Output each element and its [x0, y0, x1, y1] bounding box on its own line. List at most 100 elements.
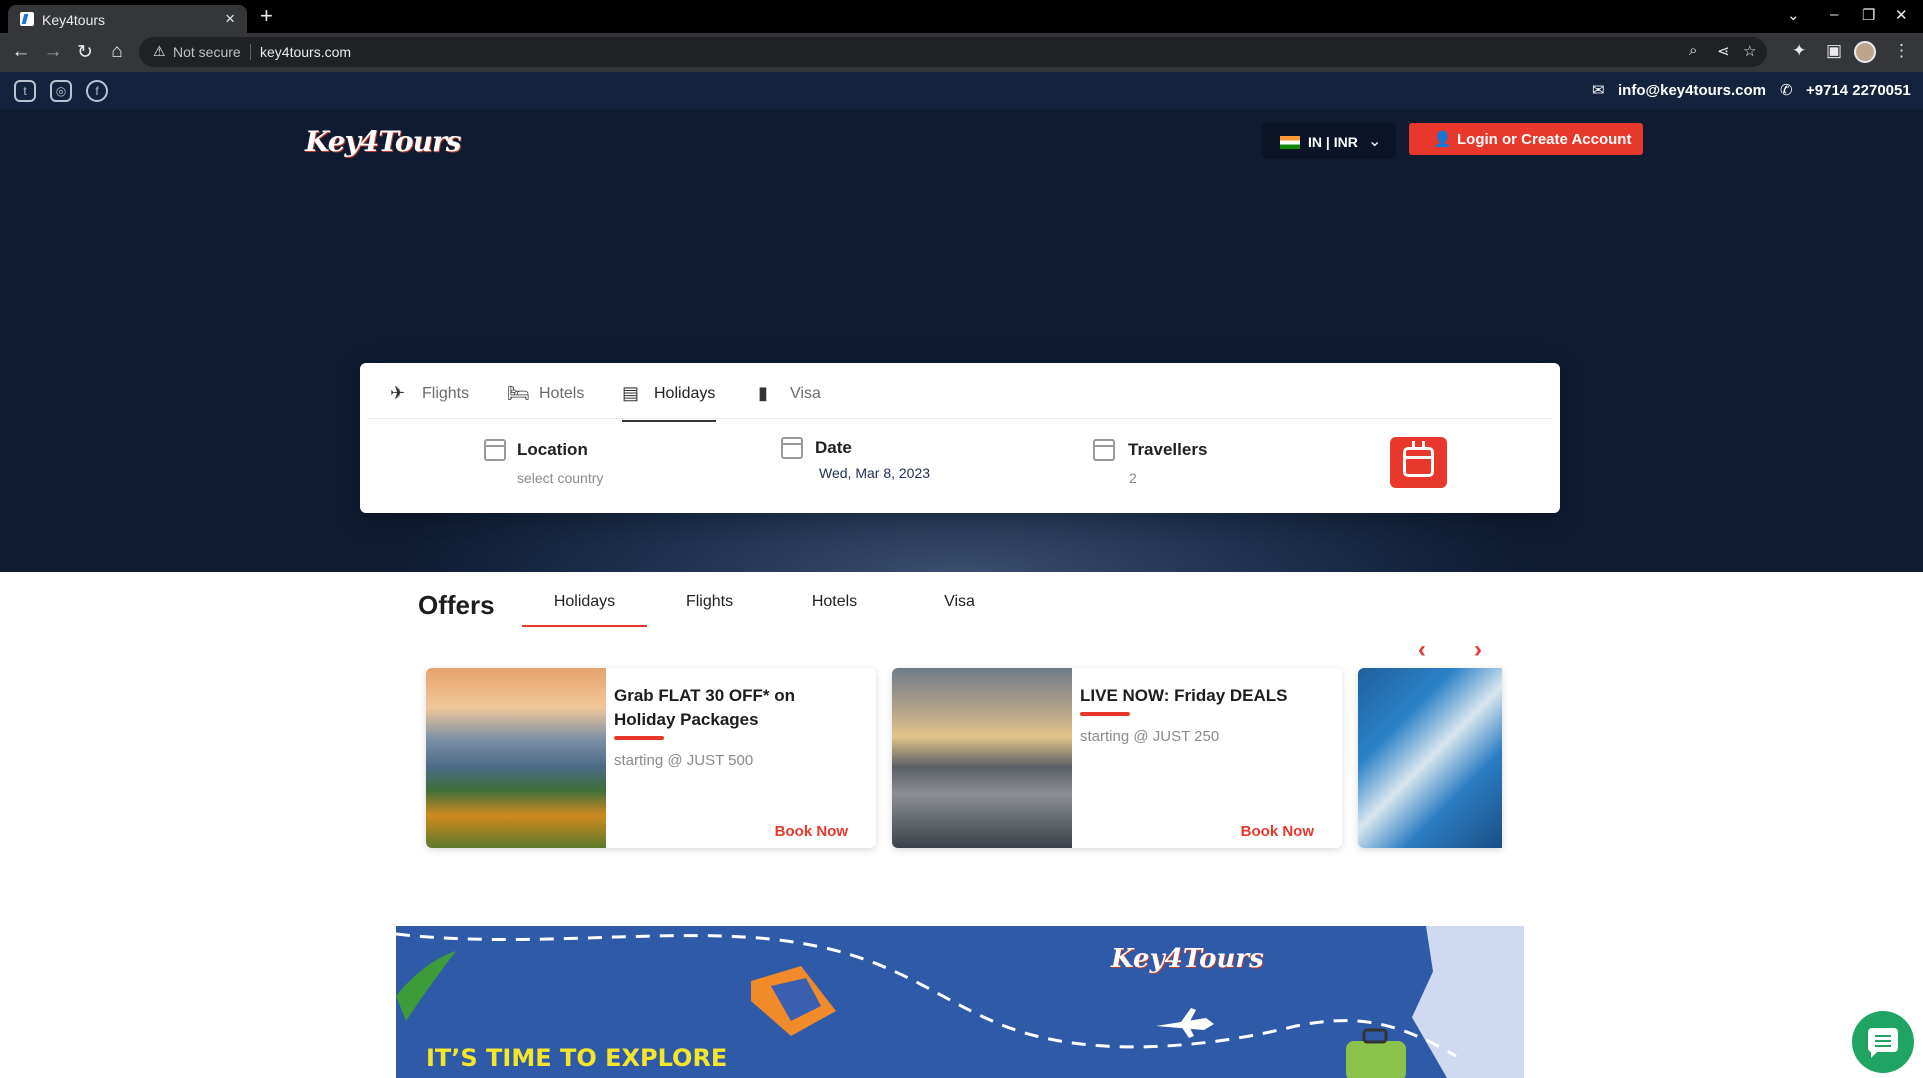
offer-title: LIVE NOW: Friday DEALS	[1080, 686, 1288, 705]
offer-image	[426, 668, 606, 848]
twitter-icon[interactable]: t	[14, 80, 36, 102]
travellers-value[interactable]: 2	[1129, 470, 1137, 486]
passport-icon: ▮	[758, 383, 768, 403]
chat-bubble-icon	[1868, 1028, 1898, 1058]
security-status[interactable]: Not secure	[173, 44, 241, 60]
divider	[368, 418, 1552, 419]
minimize-icon[interactable]: –	[1830, 6, 1838, 23]
search-widget: ✈ Flights 🛏 Hotels ▤ Holidays ▮ Visa Loc…	[360, 363, 1560, 513]
location-value[interactable]: select country	[517, 470, 603, 486]
chat-lines	[1875, 1035, 1891, 1037]
search-button[interactable]	[1390, 437, 1447, 488]
chat-button[interactable]	[1852, 1011, 1914, 1073]
divider	[250, 44, 251, 60]
offer-image	[892, 668, 1072, 848]
contact-email[interactable]: info@key4tours.com	[1618, 82, 1766, 99]
suitcase-icon	[1346, 1028, 1406, 1078]
title-underline	[614, 736, 664, 740]
chevron-right-icon[interactable]: ›	[1474, 636, 1482, 664]
promo-banner[interactable]: Key4Tours IT’S TIME TO EXPLORE	[396, 926, 1524, 1078]
chevron-left-icon[interactable]: ‹	[1418, 636, 1426, 664]
forward-icon[interactable]: →	[42, 41, 64, 63]
browser-tab[interactable]: Key4tours ×	[8, 5, 247, 33]
side-panel-icon[interactable]: ▣	[1826, 41, 1842, 61]
tab-label: Flights	[422, 385, 470, 402]
calendar-icon	[484, 439, 506, 461]
new-tab-button[interactable]: +	[260, 3, 273, 29]
favicon-icon	[20, 12, 34, 26]
airplane-icon: ✈	[390, 383, 406, 403]
profile-avatar[interactable]	[1854, 41, 1876, 63]
tab-search-icon[interactable]: ⌄	[1787, 6, 1800, 24]
close-window-icon[interactable]: ✕	[1895, 6, 1908, 24]
airplane-icon	[1156, 1008, 1214, 1038]
offer-card-partial[interactable]	[1358, 668, 1502, 848]
warning-icon[interactable]: ⚠	[153, 43, 166, 60]
bookmark-star-icon[interactable]: ☆	[1743, 42, 1756, 60]
banner-logo: Key4Tours	[1111, 944, 1264, 974]
maximize-icon[interactable]: ❐	[1862, 6, 1875, 24]
offers-title: Offers	[418, 590, 495, 620]
date-title: Date	[815, 438, 852, 457]
instagram-icon[interactable]: ◎	[50, 80, 72, 102]
book-now-link[interactable]: Book Now	[1241, 823, 1314, 840]
extensions-icon[interactable]: ✦	[1792, 41, 1806, 61]
share-icon[interactable]: ⋖	[1717, 42, 1730, 60]
calendar-icon	[1403, 441, 1434, 477]
address-bar[interactable]: ⚠ Not secure key4tours.com ⌕ ⋖ ☆	[139, 37, 1767, 67]
site-logo[interactable]: Key4Tours	[305, 119, 461, 167]
calendar-icon	[1093, 439, 1115, 461]
tab-label: Hotels	[539, 385, 585, 402]
kite-icon	[751, 966, 836, 1036]
tab-visa[interactable]: ▮ Visa	[758, 377, 828, 422]
banner-headline: IT’S TIME TO EXPLORE	[426, 1044, 728, 1072]
offers-tab-flights[interactable]: Flights	[647, 593, 772, 627]
tab-hotels[interactable]: 🛏 Hotels	[507, 377, 597, 422]
location-title: Location	[517, 440, 588, 459]
close-tab-icon[interactable]: ×	[225, 9, 235, 29]
offers-tab-holidays[interactable]: Holidays	[522, 593, 647, 627]
offer-title: Grab FLAT 30 OFF* on Holiday Packages	[614, 686, 796, 729]
browser-toolbar: ← → ↻ ⌂ ⚠ Not secure key4tours.com ⌕ ⋖ ☆…	[0, 33, 1923, 72]
url-text[interactable]: key4tours.com	[260, 44, 351, 60]
offer-price: starting @ JUST 250	[1080, 728, 1220, 745]
palm-leaf-icon	[396, 951, 456, 1021]
currency-selector[interactable]: IN | INR ⌄	[1262, 123, 1396, 159]
logo-text: Key4Tours	[305, 125, 461, 158]
travellers-title: Travellers	[1128, 440, 1208, 459]
offer-card[interactable]: LIVE NOW: Friday DEALS starting @ JUST 2…	[892, 668, 1342, 848]
tab-label: Visa	[790, 385, 821, 402]
currency-label: IN | INR	[1308, 134, 1358, 150]
tab-flights[interactable]: ✈ Flights	[390, 377, 480, 422]
login-label: Login or Create Account	[1457, 131, 1632, 148]
date-value[interactable]: Wed, Mar 8, 2023	[819, 465, 930, 481]
email-icon: ✉	[1592, 82, 1605, 99]
phone-icon: ✆	[1780, 82, 1793, 99]
bed-icon: 🛏	[507, 383, 530, 403]
offer-image	[1358, 668, 1502, 848]
offer-card[interactable]: Grab FLAT 30 OFF* on Holiday Packages st…	[426, 668, 876, 848]
user-icon: 👤	[1433, 131, 1452, 148]
login-button[interactable]: 👤 Login or Create Account	[1409, 123, 1643, 155]
offers-tab-hotels[interactable]: Hotels	[772, 593, 897, 627]
india-flag-icon	[1280, 136, 1300, 149]
chevron-down-icon: ⌄	[1368, 133, 1382, 150]
tab-title: Key4tours	[42, 12, 106, 28]
reload-icon[interactable]: ↻	[74, 41, 96, 64]
calendar-icon	[781, 437, 803, 459]
offers-tab-visa[interactable]: Visa	[897, 593, 1022, 627]
home-icon[interactable]: ⌂	[106, 41, 128, 63]
offer-price: starting @ JUST 500	[614, 752, 754, 769]
contact-phone[interactable]: +9714 2270051	[1806, 82, 1911, 99]
menu-kebab-icon[interactable]: ⋮	[1893, 41, 1910, 61]
tab-holidays[interactable]: ▤ Holidays	[622, 377, 716, 422]
facebook-icon[interactable]: f	[86, 80, 108, 102]
zoom-icon[interactable]: ⌕	[1689, 42, 1697, 59]
tab-label: Holidays	[654, 385, 716, 402]
title-underline	[1080, 712, 1130, 716]
top-contact-strip: t ◎ f ✉ info@key4tours.com ✆ +9714 22700…	[0, 72, 1923, 109]
browser-tabbar: Key4tours × + ⌄ – ❐ ✕	[0, 0, 1923, 33]
back-icon[interactable]: ←	[10, 41, 32, 63]
holiday-icon: ▤	[622, 383, 640, 403]
book-now-link[interactable]: Book Now	[775, 823, 848, 840]
